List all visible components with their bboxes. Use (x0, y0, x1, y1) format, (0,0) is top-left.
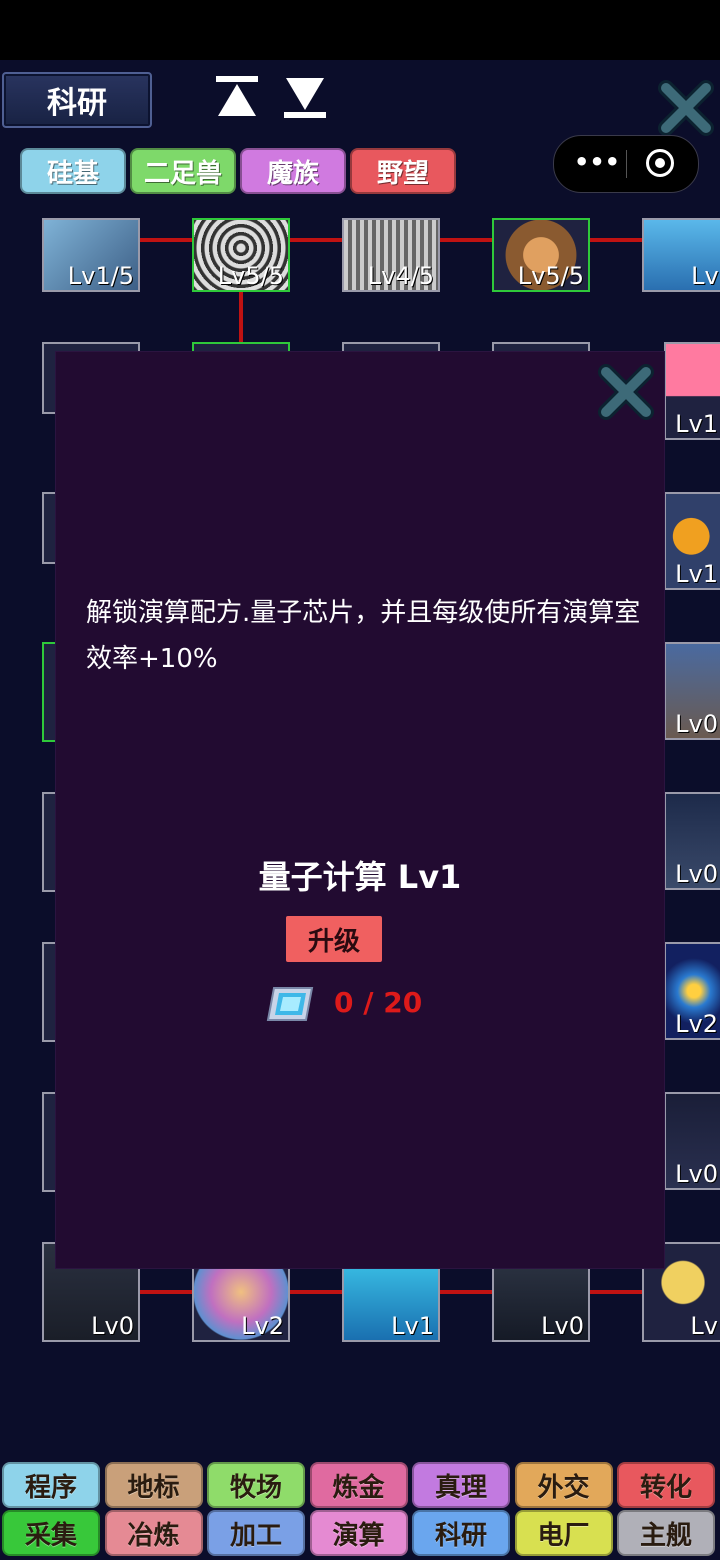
race-tab-label: 魔族 (266, 158, 319, 189)
nav-tab-label: 演算 (332, 1520, 385, 1551)
status-bar (0, 0, 720, 60)
nav-tab-landmark[interactable]: 地标 (104, 1462, 203, 1508)
tech-node-honeycomb[interactable]: Lv5/5 (192, 218, 290, 292)
tech-node-fork[interactable]: Lv0 (664, 792, 720, 890)
tech-node-level: Lv0 (675, 860, 718, 888)
race-tab-label: 野望 (376, 158, 429, 189)
race-tab-label: 硅基 (46, 158, 99, 189)
nav-tab-label: 电厂 (537, 1520, 590, 1551)
tech-node-level: Lv0 (675, 1160, 718, 1188)
quantum-chip-icon (266, 987, 314, 1021)
tech-node-level: Lv1 (391, 1312, 434, 1340)
tech-name-level: 量子计算 Lv1 (258, 858, 462, 896)
tree-connector (440, 1290, 492, 1294)
nav-tab-convert[interactable]: 转化 (617, 1462, 715, 1508)
nav-tab-process[interactable]: 加工 (207, 1510, 305, 1556)
more-icon[interactable]: ••• (572, 149, 622, 179)
race-tab-ambition[interactable]: 野望 (350, 148, 456, 194)
nav-tab-truth[interactable]: 真理 (412, 1462, 510, 1508)
tech-node-level: Lv1 (675, 410, 718, 438)
race-tab-demon[interactable]: 魔族 (240, 148, 346, 194)
nav-tab-power-plant[interactable]: 电厂 (514, 1510, 613, 1556)
tech-node-orbit[interactable]: Lv2 (664, 942, 720, 1040)
close-app-icon[interactable] (646, 149, 674, 177)
race-tab-label: 二足兽 (143, 158, 222, 189)
close-modal-icon[interactable] (596, 362, 656, 422)
tech-detail-modal: 解锁演算配方.量子芯片，并且每级使所有演算室效率+10% 量子计算 Lv1 升级… (56, 352, 664, 1268)
race-tab-silicon[interactable]: 硅基 (20, 148, 126, 194)
nav-tab-label: 加工 (229, 1520, 282, 1551)
tech-node-level: Lv2 (675, 1010, 718, 1038)
tree-connector (590, 1290, 642, 1294)
nav-tab-program[interactable]: 程序 (2, 1462, 100, 1508)
nav-tab-mothership[interactable]: 主舰 (617, 1510, 715, 1556)
tech-node-coil[interactable]: Lv5/5 (492, 218, 590, 292)
nav-tab-label: 真理 (434, 1472, 487, 1503)
tree-connector (290, 238, 342, 242)
tech-node-handshake[interactable]: Lv1/5 (42, 218, 140, 292)
nav-tab-label: 牧场 (229, 1472, 282, 1503)
tech-node-level: Lv2 (241, 1312, 284, 1340)
nav-tab-ranch[interactable]: 牧场 (207, 1462, 305, 1508)
tree-connector (239, 290, 243, 344)
tech-node-level: Lv4/5 (367, 262, 434, 290)
nav-tab-smelt[interactable]: 冶炼 (104, 1510, 203, 1556)
tech-node-level: Lv5/5 (517, 262, 584, 290)
page-title: 科研 (2, 72, 152, 128)
tech-node-transfer[interactable]: Lv1 (642, 218, 720, 292)
nav-tab-label: 炼金 (332, 1472, 385, 1503)
nav-tab-research[interactable]: 科研 (412, 1510, 510, 1556)
nav-tab-label: 转化 (639, 1472, 692, 1503)
miniprogram-capsule: ••• (553, 135, 699, 193)
nav-tab-label: 冶炼 (127, 1520, 180, 1551)
nav-tab-label: 科研 (434, 1520, 487, 1551)
tree-connector (590, 238, 642, 242)
tech-node-level: Lv (690, 1312, 718, 1340)
capsule-divider (626, 150, 627, 178)
upgrade-button[interactable]: 升级 (286, 916, 382, 962)
close-page-icon[interactable] (656, 78, 716, 138)
race-tab-biped[interactable]: 二足兽 (130, 148, 236, 194)
tech-node-reactor[interactable]: Lv1 (664, 492, 720, 590)
nav-tab-gather[interactable]: 采集 (2, 1510, 100, 1556)
tech-node-level: Lv1/5 (67, 262, 134, 290)
tree-connector (140, 1290, 192, 1294)
nav-tab-compute[interactable]: 演算 (309, 1510, 408, 1556)
tech-node-level: Lv0 (675, 710, 718, 738)
tech-node-alarm[interactable]: Lv1 (664, 342, 720, 440)
nav-tab-label: 地标 (127, 1472, 180, 1503)
tech-node-terminal[interactable]: Lv0 (664, 642, 720, 740)
nav-tab-label: 程序 (24, 1472, 77, 1503)
scroll-top-icon[interactable] (214, 74, 260, 120)
tree-connector (440, 238, 492, 242)
tech-node-level: Lv1 (691, 262, 720, 290)
tech-node-level: Lv1 (675, 560, 718, 588)
tech-node-maze[interactable]: Lv4/5 (342, 218, 440, 292)
tech-node-lightning[interactable]: Lv0 (664, 1092, 720, 1190)
upgrade-cost: 0 / 20 (334, 986, 423, 1019)
nav-tab-alchemy[interactable]: 炼金 (309, 1462, 408, 1508)
scroll-bottom-icon[interactable] (282, 74, 328, 120)
tech-node-level: Lv5/5 (217, 262, 284, 290)
tech-description: 解锁演算配方.量子芯片，并且每级使所有演算室效率+10% (86, 598, 641, 674)
nav-tab-label: 外交 (537, 1472, 590, 1503)
tree-connector (290, 1290, 342, 1294)
nav-tab-label: 采集 (24, 1520, 77, 1551)
nav-tab-diplomacy[interactable]: 外交 (514, 1462, 613, 1508)
tech-node-level: Lv0 (541, 1312, 584, 1340)
nav-tab-label: 主舰 (639, 1520, 692, 1551)
tech-node-level: Lv0 (91, 1312, 134, 1340)
tree-connector (140, 238, 192, 242)
